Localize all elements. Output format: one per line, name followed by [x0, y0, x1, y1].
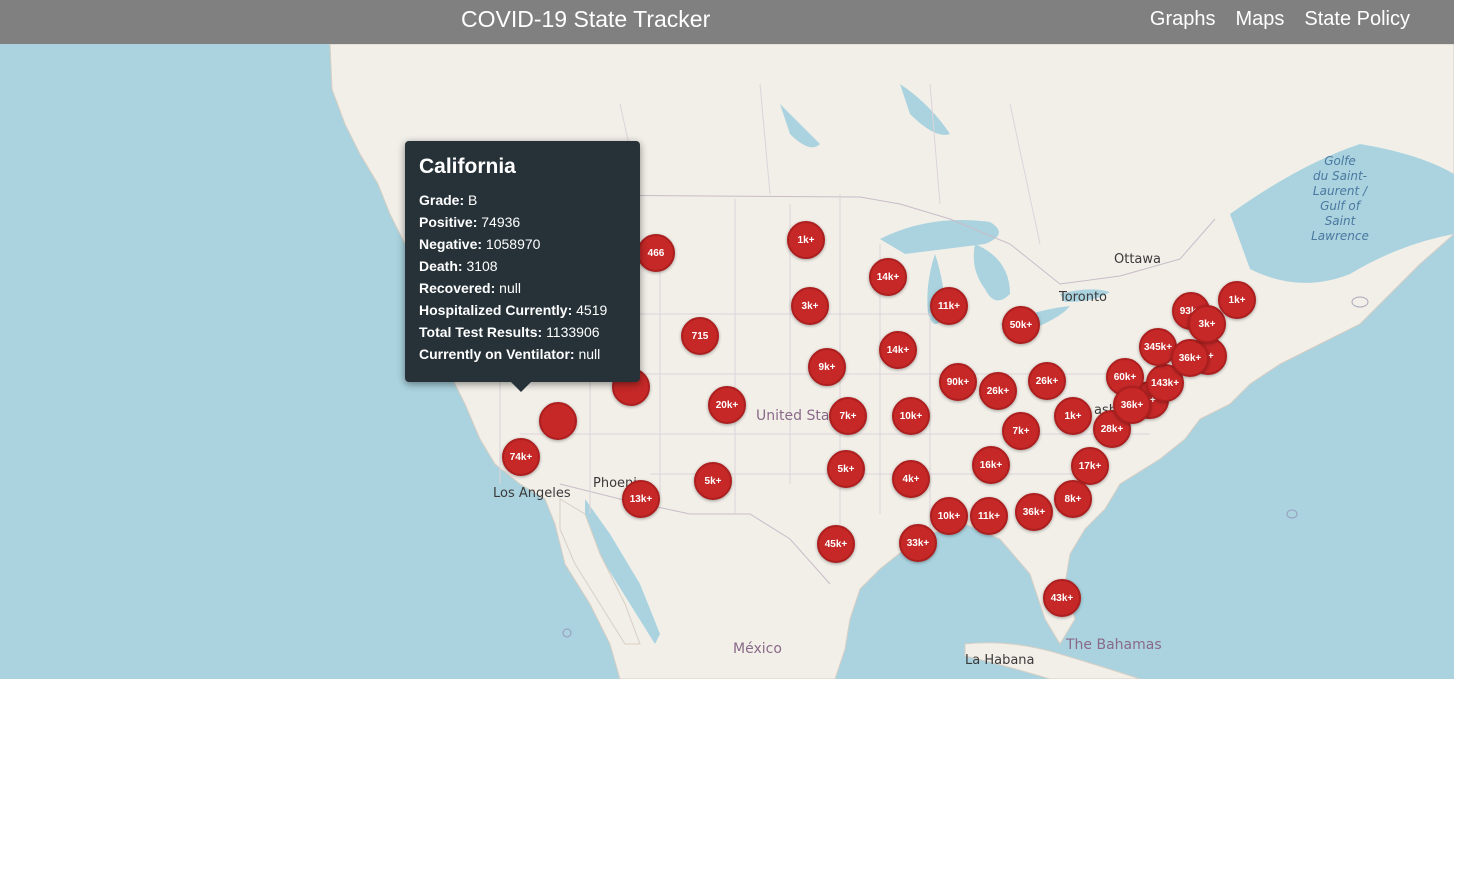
state-marker[interactable]: 5k+ [694, 462, 732, 500]
state-marker[interactable]: 90k+ [939, 363, 977, 401]
popup-key: Hospitalized Currently: [419, 302, 573, 318]
state-marker[interactable]: 14k+ [879, 331, 917, 369]
label-gulf-st-lawrence: Golfe du Saint- Laurent / Gulf of Saint … [1310, 154, 1370, 244]
nav-graphs-link[interactable]: Graphs [1150, 8, 1216, 31]
popup-row-total-tests: Total Test Results: 1133906 [419, 321, 626, 343]
state-marker[interactable]: 9k+ [808, 348, 846, 386]
map-base-layer [329, 44, 1454, 679]
state-marker[interactable]: 17k+ [1071, 447, 1109, 485]
nav-maps-link[interactable]: Maps [1235, 8, 1284, 31]
popup-row-grade: Grade: B [419, 189, 626, 211]
nav-state-policy-link[interactable]: State Policy [1304, 8, 1410, 31]
label-la-habana: La Habana [965, 653, 1035, 668]
label-the-bahamas: The Bahamas [1066, 637, 1162, 653]
state-marker[interactable]: 36k+ [1015, 493, 1053, 531]
state-marker[interactable]: 16k+ [972, 446, 1010, 484]
atlantic-island [1351, 296, 1369, 308]
popup-row-ventilator: Currently on Ventilator: null [419, 343, 626, 365]
gulf-label-line-3: Laurent / [1312, 184, 1368, 198]
state-marker[interactable]: 8k+ [1054, 480, 1092, 518]
state-marker[interactable]: 1k+ [1218, 281, 1256, 319]
state-marker[interactable]: 45k+ [817, 525, 855, 563]
state-marker[interactable]: 26k+ [1028, 362, 1066, 400]
state-marker[interactable]: 50k+ [1002, 306, 1040, 344]
state-info-popup: California Grade: B Positive: 74936 Nega… [405, 141, 640, 382]
label-toronto: Toronto [1059, 290, 1107, 305]
popup-value: 1058970 [485, 236, 541, 252]
state-marker[interactable]: 33k+ [899, 524, 937, 562]
state-marker[interactable]: 10k+ [930, 497, 968, 535]
popup-tip [511, 382, 531, 392]
popup-value: null [499, 280, 521, 296]
popup-value: null [578, 346, 601, 362]
popup-row-negative: Negative: 1058970 [419, 233, 626, 255]
state-marker[interactable]: 36k+ [1171, 339, 1209, 377]
state-marker[interactable]: 1k+ [1054, 397, 1092, 435]
state-marker[interactable]: 7k+ [829, 397, 867, 435]
state-marker[interactable]: 11k+ [930, 287, 968, 325]
state-marker[interactable]: 5k+ [827, 450, 865, 488]
top-navbar: COVID-19 State Tracker Graphs Maps State… [0, 0, 1454, 44]
state-marker[interactable]: 14k+ [869, 258, 907, 296]
map-view[interactable]: Ottawa Toronto Los Angeles Phoeni United… [0, 44, 1454, 679]
gulf-label-line-5: Saint [1324, 214, 1356, 228]
popup-key: Currently on Ventilator: [419, 346, 575, 362]
app-title[interactable]: COVID-19 State Tracker [461, 6, 710, 33]
pacific-island [562, 628, 572, 638]
state-marker-california[interactable]: 74k+ [502, 438, 540, 476]
state-marker[interactable]: 36k+ [1113, 386, 1151, 424]
popup-key: Grade: [419, 192, 465, 208]
state-marker[interactable]: 11k+ [970, 497, 1008, 535]
label-los-angeles: Los Angeles [493, 486, 571, 501]
popup-key: Recovered: [419, 280, 496, 296]
state-marker[interactable] [539, 402, 577, 440]
state-marker[interactable]: 43k+ [1043, 579, 1081, 617]
mexico-lake [526, 563, 534, 575]
popup-key: Negative: [419, 236, 483, 252]
state-marker[interactable]: 3k+ [791, 287, 829, 325]
state-marker[interactable]: 10k+ [892, 397, 930, 435]
popup-value: 3108 [466, 258, 498, 274]
label-united-states: United Sta [756, 408, 830, 424]
popup-value: B [468, 192, 478, 208]
state-marker[interactable]: 13k+ [622, 480, 660, 518]
state-marker[interactable]: 4k+ [892, 460, 930, 498]
gulf-label-line-2: du Saint- [1313, 169, 1367, 183]
popup-key: Death: [419, 258, 463, 274]
popup-value: 1133906 [546, 324, 600, 340]
popup-key: Total Test Results: [419, 324, 543, 340]
gulf-label-line-6: Lawrence [1311, 229, 1369, 243]
popup-row-positive: Positive: 74936 [419, 211, 626, 233]
state-marker[interactable]: 26k+ [979, 372, 1017, 410]
popup-key: Positive: [419, 214, 478, 230]
gulf-label-line-1: Golfe [1324, 154, 1356, 168]
bermuda-island [1286, 509, 1298, 519]
popup-value: 4519 [576, 302, 608, 318]
state-marker[interactable]: 1k+ [787, 221, 825, 259]
gulf-label-line-4: Gulf of [1320, 199, 1360, 213]
popup-value: 74936 [481, 214, 521, 230]
popup-state-name: California [419, 155, 516, 178]
popup-row-hospitalized: Hospitalized Currently: 4519 [419, 299, 626, 321]
state-marker[interactable]: 7k+ [1002, 412, 1040, 450]
popup-row-death: Death: 3108 [419, 255, 626, 277]
label-ottawa: Ottawa [1114, 252, 1161, 267]
label-mexico: México [733, 641, 782, 657]
popup-row-recovered: Recovered: null [419, 277, 626, 299]
state-marker[interactable]: 20k+ [708, 386, 746, 424]
state-marker[interactable]: 715 [681, 317, 719, 355]
nav-links: Graphs Maps State Policy [1150, 8, 1410, 31]
state-marker[interactable]: 466 [637, 234, 675, 272]
